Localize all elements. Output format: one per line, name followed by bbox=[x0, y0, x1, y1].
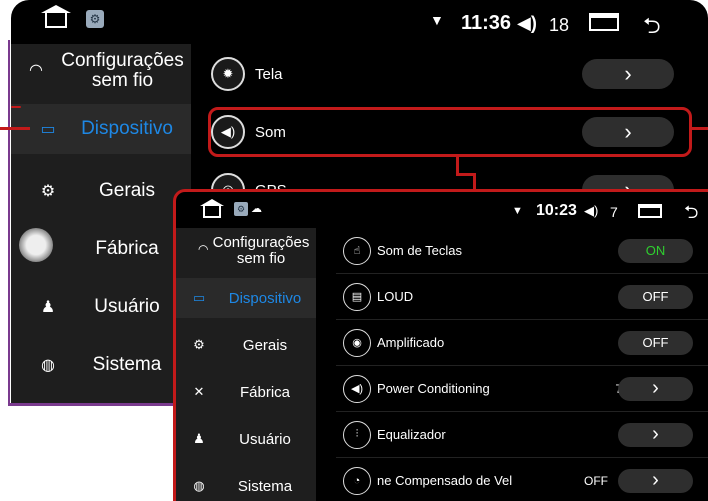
sidebar-item-fabrica[interactable]: Fábrica bbox=[11, 224, 191, 274]
sidebar-item-sistema[interactable]: ◍ Sistema bbox=[11, 340, 191, 390]
brightness-icon: ✹ bbox=[211, 57, 245, 91]
sidebar-item-fabrica[interactable]: ✕ Fábrica bbox=[176, 372, 316, 412]
cloud-icon: ☁ bbox=[251, 203, 262, 215]
settings-app-icon[interactable]: ⚙ bbox=[234, 202, 248, 216]
drum-icon: ▤ bbox=[343, 282, 371, 311]
sidebar-item-label: Gerais bbox=[242, 336, 288, 354]
back-arrow-icon[interactable]: ⮌ bbox=[684, 200, 698, 230]
off-toggle[interactable]: OFF bbox=[618, 330, 693, 355]
sidebar-item-label: Sistema bbox=[92, 354, 162, 375]
row-label: LOUD bbox=[377, 289, 414, 304]
highlight-som bbox=[208, 107, 692, 157]
sidebar-item-usuario[interactable]: ♟ Usuário bbox=[11, 282, 191, 332]
connector-right bbox=[690, 127, 708, 130]
settings-row-amplificado[interactable]: ◉ Amplificado OFF bbox=[336, 320, 708, 366]
volume-level: 7 bbox=[610, 204, 618, 220]
settings-row-loud[interactable]: ▤ LOUD OFF bbox=[336, 274, 708, 320]
recent-apps-icon[interactable] bbox=[589, 13, 619, 31]
speedometer-icon: ◔ bbox=[343, 466, 371, 495]
globe-icon: ◍ bbox=[41, 357, 55, 374]
sidebar-item-label: Sistema bbox=[237, 477, 293, 495]
gear-icon: ⚙ bbox=[193, 337, 205, 352]
monitor-icon: ▭ bbox=[40, 121, 56, 138]
settings-row-power-conditioning[interactable]: ◀) Power Conditioning 7 › bbox=[336, 366, 708, 412]
globe-icon: ◍ bbox=[193, 478, 205, 493]
row-value: OFF bbox=[584, 473, 608, 488]
back-arrow-icon[interactable]: ⮌ bbox=[643, 9, 661, 47]
sidebar-item-gerais[interactable]: ⚙ Gerais bbox=[11, 166, 191, 216]
settings-row-tela[interactable]: ✹ Tela › bbox=[211, 48, 701, 100]
volume-level: 18 bbox=[549, 15, 570, 35]
wifi-status-icon: ▼ bbox=[512, 205, 523, 217]
frame-bottom-line bbox=[8, 403, 178, 406]
sidebar-item-label: Usuário bbox=[239, 430, 291, 448]
sidebar-wireless-settings[interactable]: Configurações sem fio bbox=[55, 51, 190, 91]
chevron-right-icon[interactable]: › bbox=[618, 468, 693, 493]
sidebar-item-label: Fábrica bbox=[95, 238, 159, 259]
on-toggle[interactable]: ON bbox=[618, 238, 693, 263]
home-roof-icon bbox=[200, 199, 224, 206]
recent-apps-icon[interactable] bbox=[638, 204, 662, 218]
sidebar-wireless-settings[interactable]: Configurações sem fio bbox=[206, 235, 316, 267]
chevron-right-icon[interactable]: › bbox=[618, 376, 693, 401]
amp-icon: ◉ bbox=[343, 328, 371, 357]
settings-app-icon[interactable]: ⚙ bbox=[86, 10, 104, 28]
sidebar-item-label: Usuário bbox=[94, 296, 160, 317]
wifi-status-icon: ▼ bbox=[430, 12, 444, 28]
sidebar-item-label: Dispositivo bbox=[228, 289, 302, 307]
volume-icon: ◀) bbox=[584, 203, 599, 218]
connector-left bbox=[0, 127, 30, 130]
status-time: 10:23 bbox=[536, 202, 577, 219]
home-roof-icon bbox=[41, 5, 71, 13]
row-label: Power Conditioning bbox=[377, 381, 490, 396]
row-label: Som de Teclas bbox=[377, 243, 463, 258]
sidebar-item-gerais[interactable]: ⚙ Gerais bbox=[176, 325, 316, 365]
chevron-right-icon[interactable]: › bbox=[618, 422, 693, 447]
tools-icon: ✕ bbox=[193, 384, 205, 399]
row-label: Amplificado bbox=[377, 335, 445, 350]
home-icon[interactable] bbox=[45, 13, 67, 28]
monitor-icon: ▭ bbox=[192, 290, 206, 305]
row-label: Tela bbox=[255, 65, 283, 83]
sidebar-item-dispositivo[interactable]: ▭ Dispositivo bbox=[11, 104, 191, 154]
row-label: ne Compensado de Vel bbox=[377, 473, 513, 488]
volume-icon: ◀) bbox=[517, 13, 537, 33]
chevron-right-icon[interactable]: › bbox=[582, 59, 674, 89]
sidebar-item-label: Fábrica bbox=[239, 383, 291, 401]
settings-row-equalizador[interactable]: ⫶ Equalizador › bbox=[336, 412, 708, 458]
settings-row-som-de-teclas[interactable]: ☝ Som de Teclas ON bbox=[336, 228, 708, 274]
speaker-icon: ◀) bbox=[343, 374, 371, 403]
frame-left-line bbox=[8, 40, 20, 406]
status-time: 11:36 bbox=[461, 12, 512, 34]
user-icon: ♟ bbox=[40, 299, 56, 316]
sidebar-item-label: Gerais bbox=[99, 180, 155, 201]
row-label: Equalizador bbox=[377, 427, 446, 442]
sidebar-item-sistema[interactable]: ◍ Sistema bbox=[176, 466, 316, 501]
user-icon: ♟ bbox=[193, 431, 205, 446]
wifi-icon: ◠ bbox=[29, 62, 43, 79]
off-toggle[interactable]: OFF bbox=[618, 284, 693, 309]
equalizer-icon: ⫶ bbox=[343, 420, 371, 449]
sidebar-item-label: Dispositivo bbox=[81, 118, 173, 139]
sidebar-item-dispositivo[interactable]: ▭ Dispositivo bbox=[176, 278, 316, 318]
touch-icon: ☝ bbox=[343, 236, 371, 265]
gear-icon: ⚙ bbox=[40, 183, 56, 200]
sidebar-item-usuario[interactable]: ♟ Usuário bbox=[176, 419, 316, 459]
settings-row-compensado-de-vel[interactable]: ◔ ne Compensado de Vel OFF › bbox=[336, 458, 708, 501]
front-screen: ⚙ ☁ ▼ 10:23 ◀) 7 ⮌ ◠ Configurações sem f… bbox=[173, 189, 708, 501]
home-icon[interactable] bbox=[203, 206, 221, 218]
